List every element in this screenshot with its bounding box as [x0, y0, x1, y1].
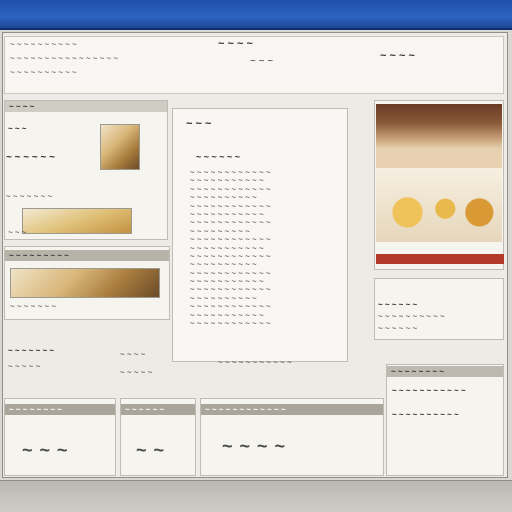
bottom-tab-1[interactable]: ~ ~ ~ ~ ~ ~ ~ ~: [5, 404, 115, 415]
left-lower-line-2: ~ ~ ~ ~ ~: [8, 362, 41, 371]
header-right-label[interactable]: ~ ~ ~ ~: [380, 50, 460, 62]
bottom-right-line-1: ~ ~ ~ ~ ~ ~ ~ ~ ~ ~ ~: [392, 386, 466, 395]
left-mid-caption: ~ ~ ~ ~ ~ ~ ~: [10, 302, 57, 311]
food-photo-dishes-icon[interactable]: [376, 168, 502, 242]
right-info-3: ~ ~ ~ ~ ~ ~: [378, 324, 418, 333]
center-text-line: ~ ~ ~ ~ ~ ~ ~ ~ ~ ~: [190, 260, 257, 269]
food-photo-banner-icon[interactable]: [10, 268, 160, 298]
center-text-line: ~ ~ ~ ~ ~ ~ ~ ~ ~ ~ ~ ~: [190, 268, 271, 278]
bottom-tab-2[interactable]: ~ ~ ~ ~ ~ ~: [121, 404, 195, 415]
bottom-value-1: ~ ~ ~: [22, 440, 69, 460]
right-info-1: ~ ~ ~ ~ ~ ~: [378, 300, 418, 309]
left-panel-caption-3: ~ ~ ~: [8, 228, 27, 237]
bottom-right-line-2: ~ ~ ~ ~ ~ ~ ~ ~ ~ ~: [392, 410, 459, 419]
center-text-line: ~ ~ ~ ~ ~ ~ ~ ~ ~ ~ ~: [190, 277, 264, 286]
bottom-value-2: ~ ~: [136, 440, 166, 460]
header-center-sub: ~ ~ ~: [250, 56, 274, 67]
center-text-line: ~ ~ ~ ~ ~ ~ ~ ~ ~ ~ ~ ~: [190, 168, 271, 177]
center-text-line: ~ ~ ~ ~ ~ ~ ~ ~ ~ ~ ~: [190, 243, 264, 252]
center-text-line: ~ ~ ~ ~ ~ ~ ~ ~ ~ ~ ~ ~: [190, 235, 271, 244]
right-info-2: ~ ~ ~ ~ ~ ~ ~ ~ ~ ~: [378, 312, 445, 321]
center-text-line: ~ ~ ~ ~ ~ ~ ~ ~ ~ ~ ~ ~: [190, 201, 271, 210]
center-panel-footer: ~ ~ ~ ~ ~ ~ ~ ~ ~ ~ ~: [218, 358, 292, 367]
left-lower-line-1: ~ ~ ~ ~ ~ ~ ~: [8, 346, 55, 355]
left-panel-caption-2: ~ ~ ~ ~ ~ ~ ~: [6, 192, 53, 201]
left-mid-head: ~ ~ ~ ~ ~ ~ ~ ~ ~: [5, 250, 169, 261]
center-text-line: ~ ~ ~ ~ ~ ~ ~ ~ ~ ~ ~: [190, 209, 264, 219]
header-line-1: ~ ~ ~ ~ ~ ~ ~ ~ ~ ~: [10, 40, 77, 49]
left-panel-head: ~ ~ ~ ~: [5, 101, 167, 112]
center-text-line: ~ ~ ~ ~ ~ ~ ~ ~ ~ ~ ~ ~: [190, 302, 271, 311]
center-text-line: ~ ~ ~ ~ ~ ~ ~ ~ ~ ~ ~ ~: [190, 218, 271, 227]
food-photo-thumbnail-icon[interactable]: [100, 124, 140, 170]
center-text-line: ~ ~ ~ ~ ~ ~ ~ ~ ~ ~ ~ ~: [190, 184, 271, 194]
header-line-2: ~ ~ ~ ~ ~ ~ ~ ~ ~ ~ ~ ~ ~ ~ ~ ~: [10, 54, 119, 63]
center-text-line: ~ ~ ~ ~ ~ ~ ~ ~ ~ ~ ~: [190, 310, 264, 320]
header-center-title: ~ ~ ~ ~: [218, 38, 253, 50]
center-panel-text: ~ ~ ~ ~ ~ ~ ~ ~ ~ ~ ~ ~ ~ ~ ~ ~ ~ ~ ~ ~ …: [190, 168, 340, 328]
left-lower-side-2: ~ ~ ~ ~ ~: [120, 368, 153, 377]
center-text-line: ~ ~ ~ ~ ~ ~ ~ ~ ~ ~: [190, 193, 257, 202]
center-text-line: ~ ~ ~ ~ ~ ~ ~ ~ ~ ~ ~ ~: [190, 285, 271, 294]
food-photo-main-icon[interactable]: [376, 104, 502, 168]
status-bar: [0, 480, 512, 512]
center-panel-subhead: ~ ~ ~ ~ ~ ~: [196, 152, 241, 162]
left-panel-caption-1: ~ ~ ~ ~ ~ ~: [6, 152, 55, 163]
bottom-right-head: ~ ~ ~ ~ ~ ~ ~ ~: [387, 366, 503, 377]
header-line-3: ~ ~ ~ ~ ~ ~ ~ ~ ~ ~: [10, 68, 77, 77]
center-text-line: ~ ~ ~ ~ ~ ~ ~ ~ ~ ~ ~ ~: [190, 319, 271, 328]
bottom-right-panel: [386, 364, 504, 476]
center-panel-head: ~ ~ ~: [186, 118, 212, 130]
left-panel-subhead: ~ ~ ~: [8, 124, 27, 133]
center-text-line: ~ ~ ~ ~ ~ ~ ~ ~ ~ ~: [190, 293, 257, 303]
bottom-tab-3[interactable]: ~ ~ ~ ~ ~ ~ ~ ~ ~ ~ ~ ~: [201, 404, 383, 415]
center-text-line: ~ ~ ~ ~ ~ ~ ~ ~ ~ ~ ~ ~: [190, 251, 271, 261]
center-text-line: ~ ~ ~ ~ ~ ~ ~ ~ ~: [190, 226, 250, 236]
center-text-line: ~ ~ ~ ~ ~ ~ ~ ~ ~ ~ ~: [190, 176, 264, 185]
bottom-value-3: ~ ~ ~ ~: [222, 436, 287, 456]
title-bar: [0, 0, 512, 30]
accent-strip: [376, 254, 504, 264]
